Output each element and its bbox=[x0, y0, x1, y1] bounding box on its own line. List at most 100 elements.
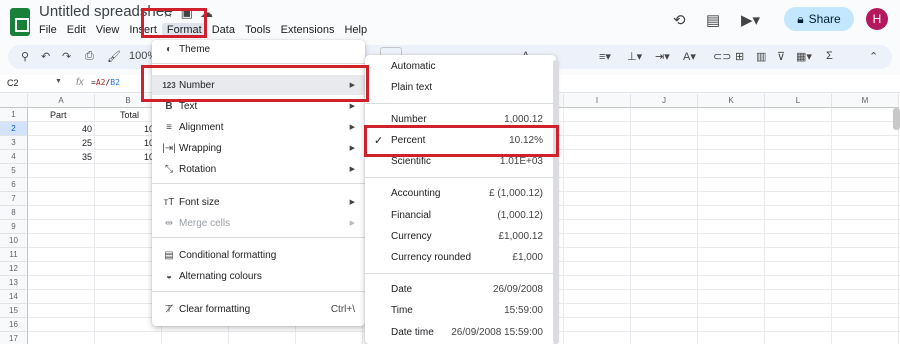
submenu-arrow-icon: ▶ bbox=[349, 124, 355, 131]
fill-drip-icon: ◒ bbox=[165, 270, 173, 282]
font-size-icon: ᴛT bbox=[163, 196, 175, 208]
chevron-down-icon[interactable]: ▼ bbox=[55, 78, 62, 85]
filter-icon[interactable]: ⊽ bbox=[777, 50, 785, 63]
print-icon[interactable]: ⎙ bbox=[85, 50, 94, 63]
insert-comment-icon[interactable]: ⊞ bbox=[735, 50, 744, 63]
search-icon[interactable]: ⚲ bbox=[21, 50, 29, 63]
insert-link-icon[interactable]: ⊂⊃ bbox=[713, 50, 731, 63]
column-header[interactable]: I bbox=[564, 94, 631, 108]
row-header[interactable]: 6 bbox=[0, 178, 28, 192]
text-wrapping-icon[interactable]: ⇥▾ bbox=[655, 50, 670, 63]
filter-views-icon[interactable]: ▦▾ bbox=[796, 50, 812, 63]
row-header[interactable]: 8 bbox=[0, 206, 28, 220]
shortcut-label: Ctrl+\ bbox=[330, 303, 355, 315]
menu-divider bbox=[365, 177, 556, 178]
row-header[interactable]: 4 bbox=[0, 150, 28, 164]
vertical-scrollbar[interactable] bbox=[893, 108, 900, 130]
column-gridline bbox=[764, 108, 765, 344]
collapse-toolbar-icon[interactable]: ⌃ bbox=[869, 50, 878, 63]
menu-item-font-size[interactable]: ᴛT Font size ▶ bbox=[152, 192, 365, 212]
menu-edit[interactable]: Edit bbox=[62, 23, 91, 37]
name-box[interactable]: C2 bbox=[7, 78, 19, 88]
paint-format-icon[interactable]: 🖌︎ bbox=[107, 50, 121, 63]
menu-item-merge-cells[interactable]: ⇹ Merge cells ▶ bbox=[152, 213, 365, 233]
comments-icon[interactable]: ▤ bbox=[706, 11, 720, 29]
column-header[interactable]: K bbox=[698, 94, 765, 108]
menu-divider bbox=[152, 237, 365, 238]
column-header[interactable]: M bbox=[832, 94, 899, 108]
column-gridline bbox=[563, 108, 564, 344]
cell-a2[interactable]: 40 bbox=[70, 122, 92, 136]
sheets-logo-icon[interactable] bbox=[10, 8, 30, 36]
menu-data[interactable]: Data bbox=[207, 23, 240, 37]
menu-item-theme[interactable]: ◐ Theme bbox=[152, 42, 365, 56]
horizontal-align-icon[interactable]: ≡▾ bbox=[599, 50, 611, 63]
submenu-scrollbar[interactable] bbox=[553, 60, 559, 344]
meet-icon[interactable]: ▶▾ bbox=[741, 11, 760, 29]
menu-extensions[interactable]: Extensions bbox=[276, 23, 340, 37]
vertical-align-icon[interactable]: ⊥▾ bbox=[627, 50, 642, 63]
submenu-item-date-time[interactable]: Date time 26/09/2008 15:59:00 bbox=[365, 323, 556, 343]
row-header[interactable]: 5 bbox=[0, 164, 28, 178]
row-header[interactable]: 10 bbox=[0, 234, 28, 248]
menu-item-wrapping[interactable]: |⇥| Wrapping ▶ bbox=[152, 138, 365, 158]
select-all-corner[interactable] bbox=[0, 94, 28, 108]
avatar[interactable]: H bbox=[866, 8, 888, 30]
row-header[interactable]: 7 bbox=[0, 192, 28, 206]
menu-item-alternating-colours[interactable]: ◒ Alternating colours bbox=[152, 266, 365, 286]
submenu-arrow-icon: ▶ bbox=[349, 103, 355, 110]
wrap-icon: |⇥| bbox=[162, 142, 176, 154]
menu-tools[interactable]: Tools bbox=[240, 23, 276, 37]
cell-a1[interactable]: Part bbox=[50, 108, 67, 122]
menu-file[interactable]: File bbox=[34, 23, 62, 37]
functions-icon[interactable]: Σ bbox=[826, 50, 833, 62]
row-header[interactable]: 13 bbox=[0, 276, 28, 290]
submenu-arrow-icon: ▶ bbox=[349, 220, 355, 227]
column-header[interactable]: J bbox=[631, 94, 698, 108]
submenu-item-currency-rounded[interactable]: Currency rounded £1,000 bbox=[365, 248, 556, 268]
row-header[interactable]: 11 bbox=[0, 248, 28, 262]
row-header[interactable]: 14 bbox=[0, 290, 28, 304]
row-header[interactable]: 16 bbox=[0, 318, 28, 332]
text-rotation-icon[interactable]: A▾ bbox=[683, 50, 696, 63]
row-header[interactable]: 15 bbox=[0, 304, 28, 318]
submenu-item-automatic[interactable]: Automatic bbox=[365, 57, 556, 77]
submenu-item-plain-text[interactable]: Plain text bbox=[365, 78, 556, 98]
column-gridline bbox=[831, 108, 832, 344]
column-header[interactable]: L bbox=[765, 94, 832, 108]
insert-chart-icon[interactable]: ▥ bbox=[756, 50, 766, 63]
menu-item-rotation[interactable]: ⤡ Rotation ▶ bbox=[152, 159, 365, 179]
undo-icon[interactable]: ↶ bbox=[41, 50, 50, 63]
row-header[interactable]: 17 bbox=[0, 332, 28, 344]
cell-b1[interactable]: Total bbox=[120, 108, 139, 122]
submenu-item-date[interactable]: Date 26/09/2008 bbox=[365, 280, 556, 300]
row-header[interactable]: 1 bbox=[0, 108, 28, 122]
menu-view[interactable]: View bbox=[91, 23, 125, 37]
row-header[interactable]: 2 bbox=[0, 122, 28, 136]
menu-item-conditional-formatting[interactable]: ▤ Conditional formatting bbox=[152, 245, 365, 265]
formula-input[interactable]: =A2/B2 bbox=[91, 78, 120, 87]
submenu-arrow-icon: ▶ bbox=[349, 199, 355, 206]
submenu-item-currency[interactable]: Currency £1,000.12 bbox=[365, 227, 556, 247]
merge-cells-icon: ⇹ bbox=[164, 217, 174, 229]
cell-a3[interactable]: 25 bbox=[70, 136, 92, 150]
row-header[interactable]: 3 bbox=[0, 136, 28, 150]
annotation-box-number-item bbox=[141, 65, 369, 102]
share-button[interactable]: 🔒︎ Share bbox=[784, 7, 854, 31]
cell-a4[interactable]: 35 bbox=[70, 150, 92, 164]
row-header[interactable]: 9 bbox=[0, 220, 28, 234]
submenu-arrow-icon: ▶ bbox=[349, 166, 355, 173]
redo-icon[interactable]: ↷ bbox=[62, 50, 71, 63]
menu-help[interactable]: Help bbox=[339, 23, 372, 37]
menu-item-alignment[interactable]: ≡ Alignment ▶ bbox=[152, 117, 365, 137]
submenu-item-financial[interactable]: Financial (1,000.12) bbox=[365, 206, 556, 226]
submenu-item-accounting[interactable]: Accounting £ (1,000.12) bbox=[365, 184, 556, 204]
share-label: Share bbox=[808, 12, 841, 26]
version-history-icon[interactable]: ⟲ bbox=[673, 11, 686, 29]
submenu-item-time[interactable]: Time 15:59:00 bbox=[365, 301, 556, 321]
menu-item-clear-formatting[interactable]: ⊤̸ Clear formatting Ctrl+\ bbox=[152, 299, 365, 319]
column-header[interactable]: A bbox=[28, 94, 95, 108]
menu-divider bbox=[152, 291, 365, 292]
annotation-box-percent-item bbox=[364, 125, 559, 157]
row-header[interactable]: 12 bbox=[0, 262, 28, 276]
